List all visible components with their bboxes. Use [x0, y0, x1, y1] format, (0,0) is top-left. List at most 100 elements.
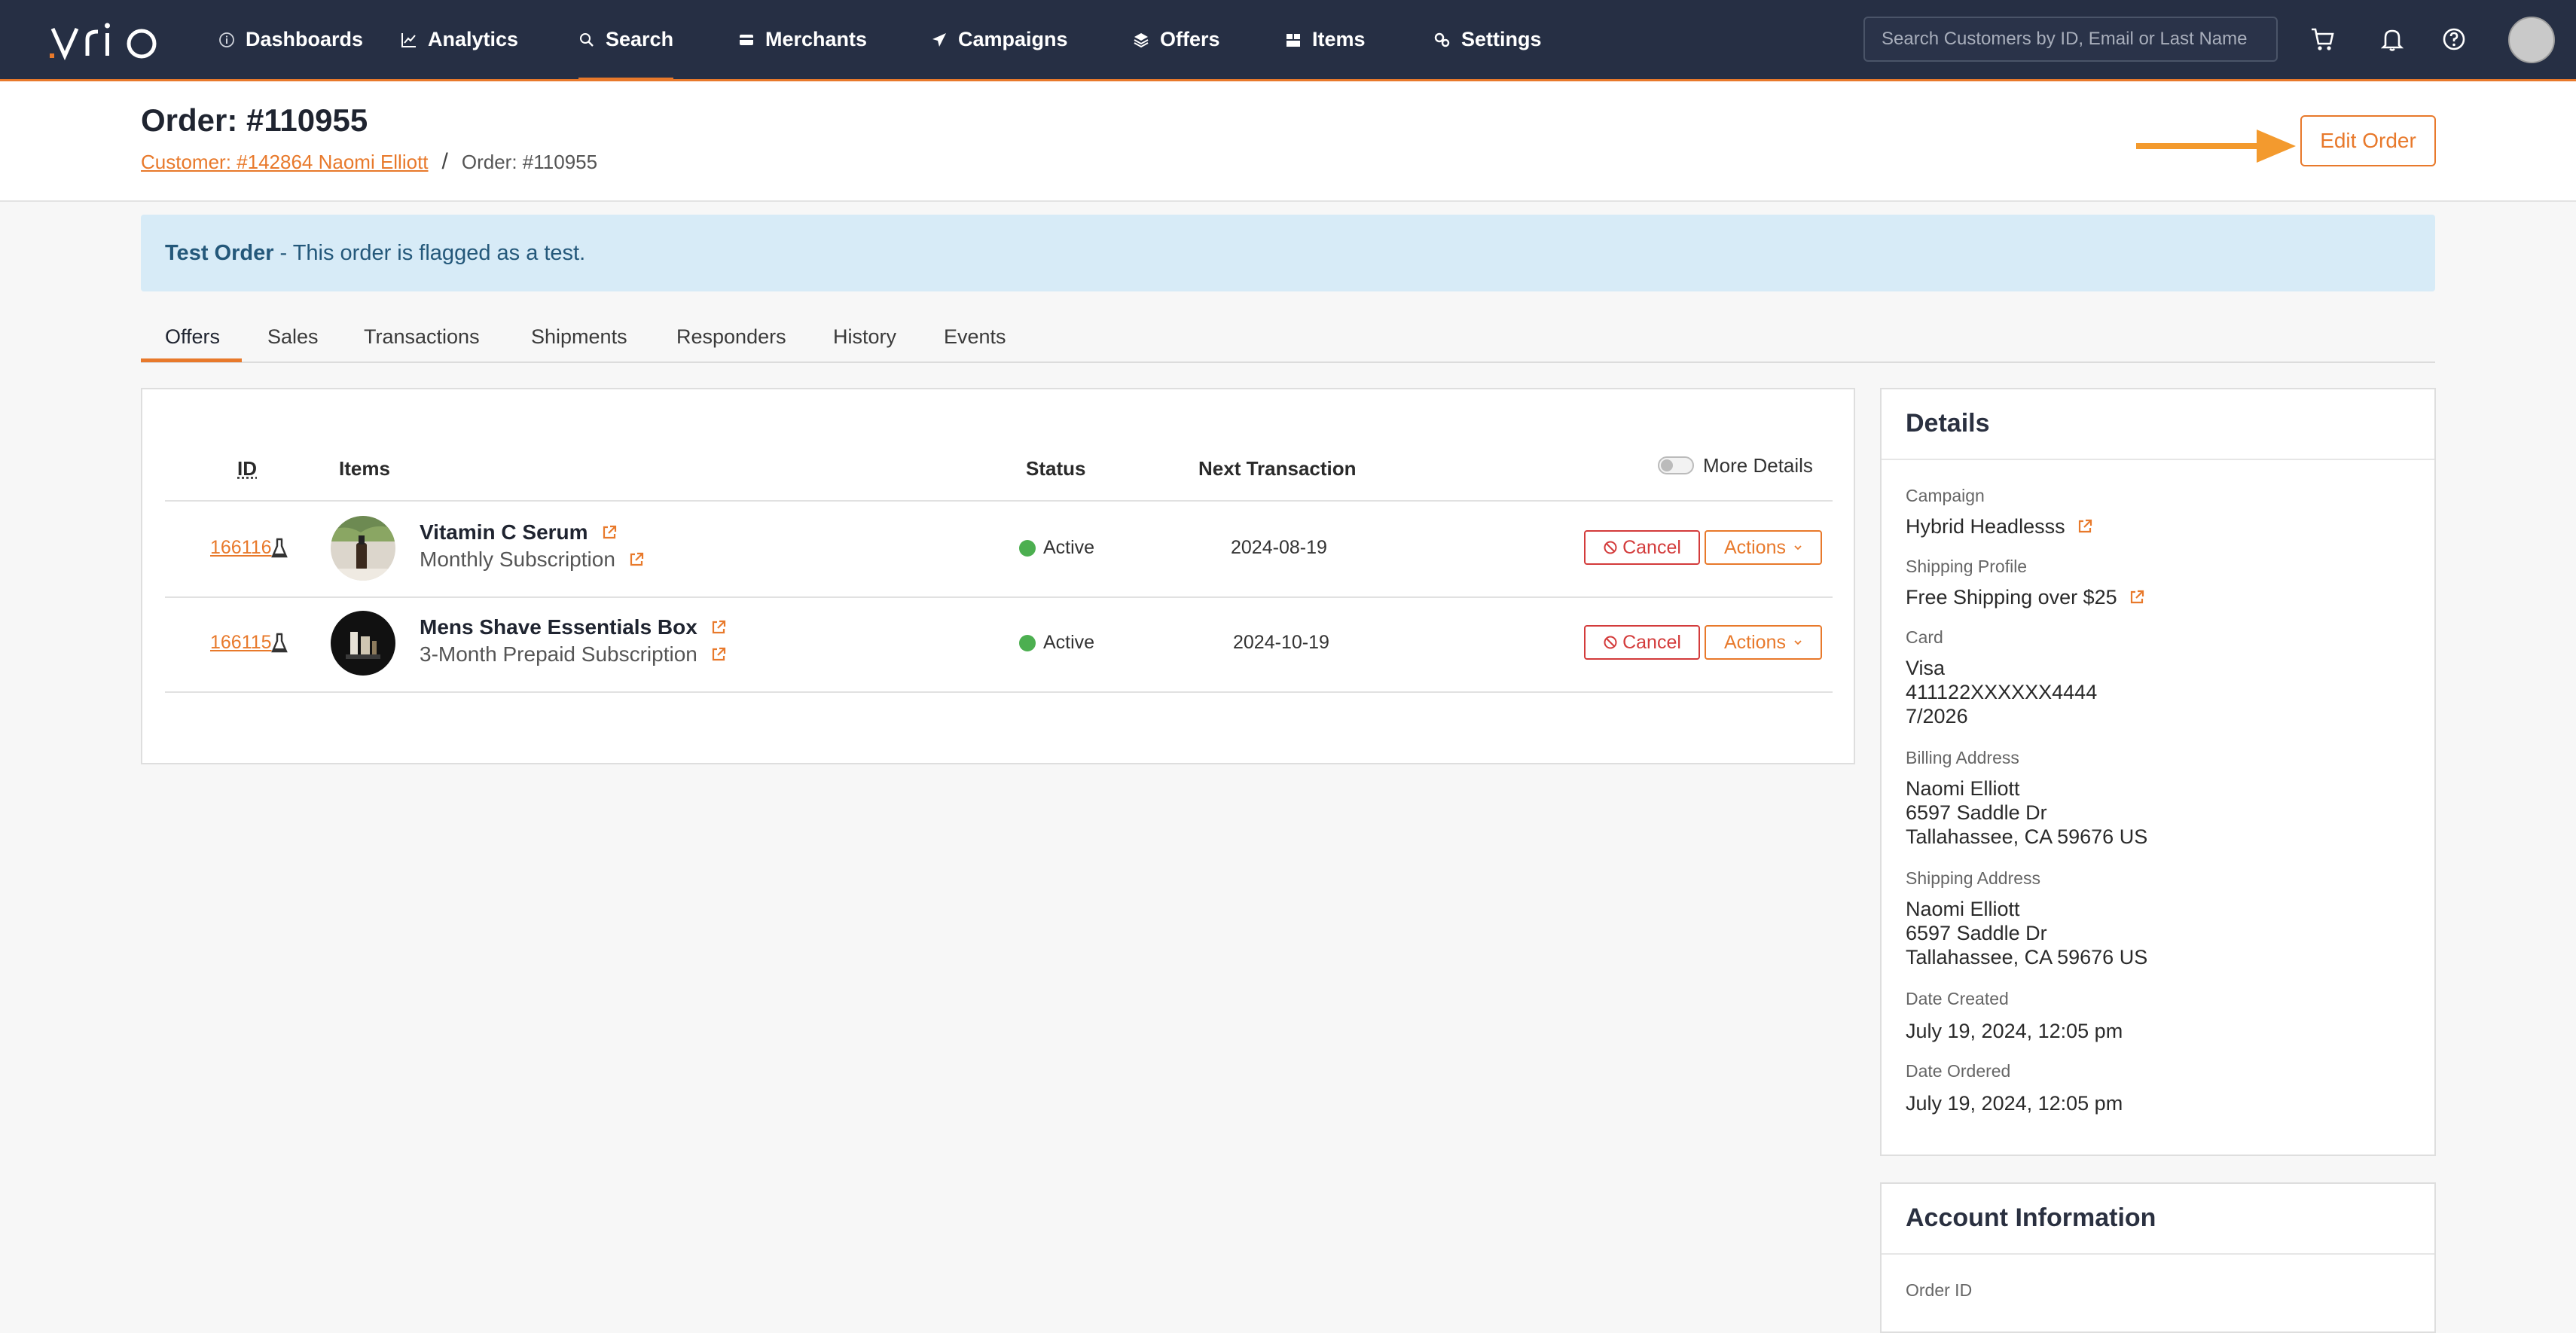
user-avatar[interactable]: [2508, 17, 2555, 63]
active-tab-indicator: [141, 358, 242, 362]
card-expiration: 7/2026: [1906, 705, 1968, 728]
nav-merchants[interactable]: Merchants: [738, 0, 867, 79]
chevron-down-icon: [1794, 545, 1802, 551]
help-icon[interactable]: [2440, 26, 2468, 53]
breadcrumb: Customer: #142864 Naomi Elliott / Order:…: [141, 149, 597, 175]
shipping-profile-text: Free Shipping over $25: [1906, 586, 2117, 609]
external-link-icon[interactable]: [2128, 588, 2146, 606]
card-type: Visa: [1906, 657, 1946, 679]
edit-order-button[interactable]: Edit Order: [2300, 115, 2436, 166]
customer-search-input[interactable]: Search Customers by ID, Email or Last Na…: [1863, 17, 2278, 62]
status-badge: Active: [1019, 632, 1094, 654]
item-name-text: Vitamin C Serum: [420, 520, 588, 544]
item-name: Vitamin C Serum: [420, 520, 618, 544]
bell-icon[interactable]: [2379, 26, 2406, 53]
cancel-offer-button[interactable]: Cancel: [1584, 625, 1700, 660]
billing-city: Tallahassee, CA 59676 US: [1906, 825, 2148, 848]
shipping-name: Naomi Elliott: [1906, 898, 2020, 920]
tab-history[interactable]: History: [833, 325, 896, 349]
status-text: Active: [1043, 537, 1095, 558]
external-link-icon[interactable]: [710, 645, 728, 663]
cancel-label: Cancel: [1622, 631, 1681, 653]
actions-dropdown-button[interactable]: Actions: [1705, 625, 1822, 660]
item-name: Mens Shave Essentials Box: [420, 615, 728, 639]
table-header-divider: [165, 500, 1833, 502]
table-row: 166116 Vitamin C Serum Monthly Subscript…: [142, 502, 1854, 597]
vrio-logo[interactable]: [50, 18, 170, 63]
date-created-value: July 19, 2024, 12:05 pm: [1906, 1020, 2123, 1042]
tab-sales[interactable]: Sales: [267, 325, 319, 349]
tab-responders[interactable]: Responders: [676, 325, 786, 349]
info-circle-icon: [219, 32, 234, 47]
vitamin-c-serum-thumbnail: [331, 516, 395, 581]
flask-icon: [271, 538, 288, 558]
billing-address-label: Billing Address: [1906, 748, 2019, 767]
billing-street: 6597 Saddle Dr: [1906, 801, 2047, 824]
date-created-label: Date Created: [1906, 989, 2009, 1008]
nav-items[interactable]: Items: [1285, 0, 1366, 79]
status-dot-icon: [1019, 634, 1036, 651]
campaign-label: Campaign: [1906, 486, 1985, 505]
card-number: 411122XXXXXX4444: [1906, 681, 2098, 703]
status-dot-icon: [1019, 539, 1036, 557]
external-link-icon[interactable]: [710, 618, 728, 636]
cart-icon[interactable]: [2309, 26, 2336, 53]
row-divider: [165, 691, 1833, 693]
next-transaction-date: 2024-08-19: [1231, 537, 1327, 558]
credit-card-icon: [740, 34, 753, 45]
details-card: Details Campaign Hybrid Headlesss Shippi…: [1880, 388, 2436, 1156]
boxes-icon: [1286, 33, 1300, 47]
billing-name: Naomi Elliott: [1906, 777, 2020, 800]
column-header-id[interactable]: ID: [237, 457, 257, 480]
shipping-profile-value: Free Shipping over $25: [1906, 585, 2146, 609]
nav-dashboards[interactable]: Dashboards: [218, 0, 363, 79]
layers-icon: [1134, 32, 1149, 47]
test-order-alert: Test Order - This order is flagged as a …: [141, 215, 2435, 291]
nav-analytics[interactable]: Analytics: [401, 0, 518, 79]
external-link-icon[interactable]: [2076, 517, 2094, 535]
nav-analytics-label: Analytics: [428, 28, 519, 50]
actions-dropdown-button[interactable]: Actions: [1705, 530, 1822, 565]
more-details-toggle[interactable]: [1658, 456, 1694, 474]
nav-offers[interactable]: Offers: [1133, 0, 1220, 79]
tab-events[interactable]: Events: [944, 325, 1006, 349]
flask-icon: [271, 633, 288, 653]
external-link-icon[interactable]: [627, 551, 646, 569]
chevron-down-icon: [1794, 640, 1802, 645]
tab-offers[interactable]: Offers: [165, 325, 220, 349]
details-divider: [1882, 459, 2434, 460]
actions-label: Actions: [1724, 631, 1786, 653]
page-title: Order: #110955: [141, 102, 368, 138]
nav-search[interactable]: Search: [578, 0, 674, 81]
actions-label: Actions: [1724, 536, 1786, 558]
cogs-icon: [1434, 32, 1450, 47]
column-header-status: Status: [1026, 457, 1086, 480]
shipping-street: 6597 Saddle Dr: [1906, 922, 2047, 944]
external-link-icon[interactable]: [600, 523, 618, 541]
account-information-title: Account Information: [1906, 1203, 2156, 1232]
nav-settings[interactable]: Settings: [1434, 0, 1542, 79]
arrow-annotation-icon: [2136, 130, 2296, 163]
date-ordered-value: July 19, 2024, 12:05 pm: [1906, 1092, 2123, 1115]
alert-message: - This order is flagged as a test.: [279, 240, 586, 265]
cancel-offer-button[interactable]: Cancel: [1584, 530, 1700, 565]
nav-offers-label: Offers: [1160, 28, 1220, 50]
nav-dashboards-label: Dashboards: [246, 28, 364, 50]
details-title: Details: [1906, 409, 1990, 438]
shave-box-thumbnail: [331, 611, 395, 676]
next-transaction-date: 2024-10-19: [1233, 632, 1329, 653]
nav-campaigns[interactable]: Campaigns: [931, 0, 1068, 79]
column-header-items: Items: [339, 457, 390, 480]
account-divider: [1882, 1253, 2434, 1255]
search-icon: [580, 32, 594, 47]
breadcrumb-customer-link[interactable]: Customer: #142864 Naomi Elliott: [141, 151, 429, 174]
more-details-label: More Details: [1703, 454, 1813, 477]
offer-id-link[interactable]: 166115: [210, 632, 272, 654]
card-label: Card: [1906, 627, 1943, 647]
offer-id-link[interactable]: 166116: [210, 537, 272, 559]
tab-shipments[interactable]: Shipments: [531, 325, 627, 349]
order-id-label: Order ID: [1906, 1280, 1973, 1300]
date-ordered-label: Date Ordered: [1906, 1061, 2011, 1081]
line-chart-icon: [401, 32, 416, 47]
tab-transactions[interactable]: Transactions: [364, 325, 480, 349]
